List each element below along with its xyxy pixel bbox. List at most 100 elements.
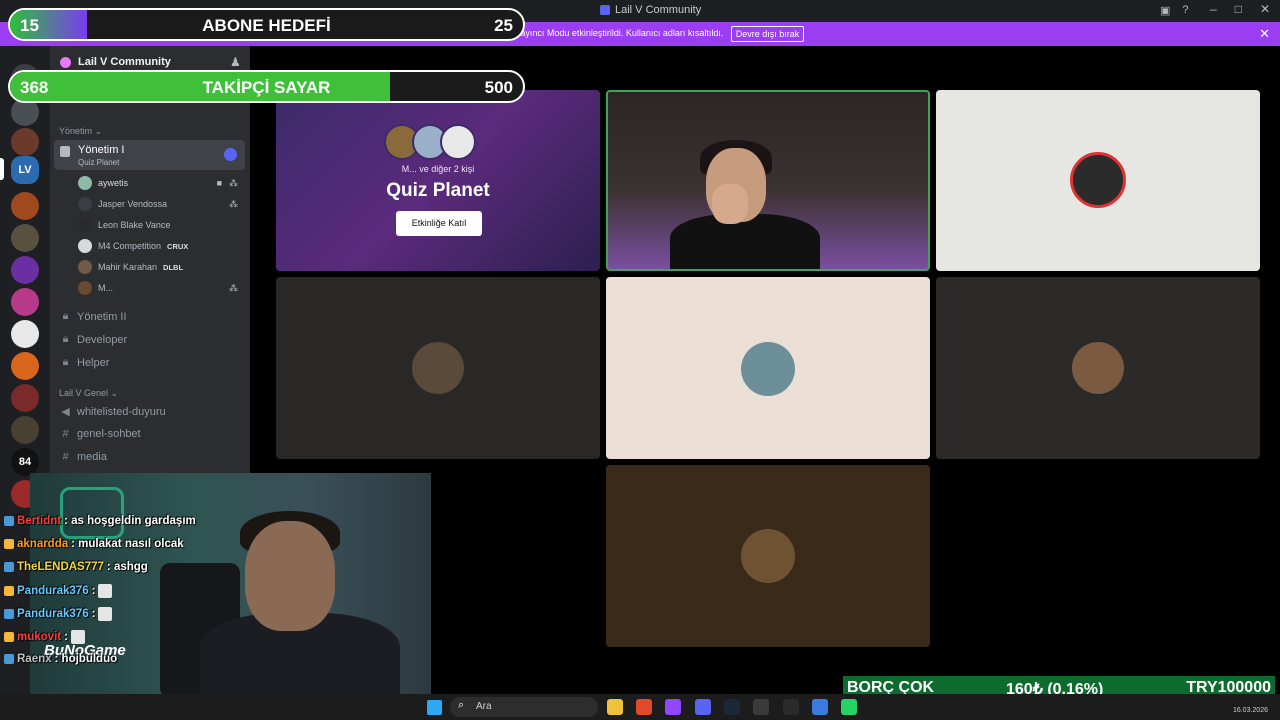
chat-badge-icon xyxy=(4,632,14,642)
member-name: Mahir Karahan xyxy=(98,262,158,272)
banner-message: Yayıncı Modu etkinleştirildi. Kullanıcı … xyxy=(515,28,724,38)
help-icon[interactable]: ? xyxy=(1182,4,1188,17)
inbox-icon[interactable]: ▣ xyxy=(1160,4,1170,17)
lock-icon: 🔒︎ xyxy=(62,356,69,368)
activity-icon xyxy=(224,148,237,161)
voice-member[interactable]: Jasper Vendossa xyxy=(78,195,167,213)
channel-media[interactable]: # media xyxy=(60,451,107,463)
chat-text: : ashgg xyxy=(106,561,148,573)
avatar xyxy=(440,124,476,160)
activity-participants xyxy=(384,124,476,160)
channel-helper[interactable]: 🔒︎ Helper xyxy=(60,356,110,369)
channel-developer[interactable]: 🔒︎ Developer xyxy=(60,333,128,346)
join-activity-button[interactable]: Etkinliğe Katıl xyxy=(396,211,482,236)
voice-member[interactable]: M... xyxy=(78,279,113,297)
maximize-icon[interactable]: □ xyxy=(1235,2,1242,16)
chat-text: : xyxy=(91,608,96,620)
participant-tile[interactable] xyxy=(936,277,1260,459)
windows-start-icon[interactable] xyxy=(427,700,442,715)
avatar xyxy=(78,176,92,190)
avatar xyxy=(412,342,464,394)
participant-tile[interactable] xyxy=(606,465,930,647)
close-icon[interactable]: ✕ xyxy=(1260,2,1270,16)
channel-activity: Quiz Planet xyxy=(78,158,120,167)
server-icon[interactable] xyxy=(11,224,39,252)
category-yonetim[interactable]: Yönetim ⌄ xyxy=(59,126,102,137)
discord-icon[interactable] xyxy=(695,699,711,715)
voice-member[interactable]: Mahir Karahan DLBL xyxy=(78,258,183,276)
grid-icon: ⁂ xyxy=(229,199,238,209)
chat-message: Raenx: hojbulduo xyxy=(4,653,117,665)
category-lail-v-genel[interactable]: Lail V Genel ⌄ xyxy=(59,388,118,399)
window-controls: – □ ✕ xyxy=(1210,2,1270,16)
channel-yonetim-i[interactable]: Yönetim I Quiz Planet xyxy=(54,140,245,170)
clock-date: 16.03.2026 xyxy=(1232,707,1268,714)
member-name: Jasper Vendossa xyxy=(98,199,168,209)
chat-username: Pandurak376 xyxy=(17,585,89,597)
taskbar-search[interactable]: ⌕ Ara xyxy=(450,697,598,717)
invite-people-icon[interactable]: ♟ xyxy=(230,55,241,69)
server-icon[interactable] xyxy=(11,128,39,156)
server-icon[interactable] xyxy=(11,192,39,220)
server-icon[interactable] xyxy=(11,256,39,284)
channel-whitelisted-duyuru[interactable]: ◀ whitelisted-duyuru xyxy=(60,405,166,419)
whatsapp-icon[interactable] xyxy=(841,699,857,715)
channel-name: whitelisted-duyuru xyxy=(77,405,166,418)
participant-tile[interactable] xyxy=(606,277,930,459)
chat-emote-icon xyxy=(98,607,113,621)
participant-tile[interactable] xyxy=(936,90,1260,271)
discord-app-icon xyxy=(600,5,610,15)
streaming-app-icon[interactable] xyxy=(665,699,681,715)
app-icon[interactable] xyxy=(753,699,769,715)
chat-badge-icon xyxy=(4,539,14,549)
search-icon: ⌕ xyxy=(458,699,465,711)
webcam-face xyxy=(245,521,335,631)
server-icon[interactable] xyxy=(11,320,39,348)
clan-tag: CRUX xyxy=(167,241,189,251)
server-boost-icon xyxy=(60,57,71,68)
channel-genel-sohbet[interactable]: # genel-sohbet xyxy=(60,428,141,440)
server-icon[interactable] xyxy=(11,384,39,412)
goal-label: ABONE HEDEFİ xyxy=(202,16,331,35)
quiz-planet-activity-tile[interactable]: M... ve diğer 2 kişi Quiz Planet Etkinli… xyxy=(276,90,600,271)
voice-member[interactable]: Leon Blake Vance xyxy=(78,216,170,234)
search-placeholder: Ara xyxy=(476,701,492,712)
channel-name: Developer xyxy=(77,333,128,346)
brave-browser-icon[interactable] xyxy=(636,699,652,715)
disable-streamer-mode-button[interactable]: Devre dışı bırak xyxy=(731,26,804,42)
active-server-pill xyxy=(0,158,4,180)
participant-tile[interactable] xyxy=(276,277,600,459)
chrome-icon[interactable] xyxy=(812,699,828,715)
chat-username: TheLENDAS777 xyxy=(17,561,104,573)
steam-icon[interactable] xyxy=(724,699,740,715)
chat-text: : hojbulduo xyxy=(54,653,118,665)
chat-badge-icon xyxy=(4,516,14,526)
goal-target: 25 xyxy=(494,16,513,35)
camera-icon: ■ xyxy=(216,178,222,188)
channel-name: Helper xyxy=(77,356,110,369)
server-icon[interactable] xyxy=(11,416,39,444)
voice-member[interactable]: M4 Competition CRUX xyxy=(78,237,188,255)
server-icon[interactable] xyxy=(11,288,39,316)
minimize-icon[interactable]: – xyxy=(1210,2,1217,16)
video-tile-speaking[interactable] xyxy=(606,90,930,271)
file-explorer-icon[interactable] xyxy=(607,699,623,715)
avatar xyxy=(741,342,795,396)
video-feed xyxy=(670,214,820,269)
channel-yonetim-ii[interactable]: 🔒︎ Yönetim II xyxy=(60,310,127,323)
system-clock[interactable]: 16.03.2026 xyxy=(1233,707,1268,714)
avatar xyxy=(78,260,92,274)
hash-icon: # xyxy=(62,428,69,440)
server-84-icon[interactable]: 84 xyxy=(11,448,39,476)
lail-v-server-icon[interactable]: LV xyxy=(11,156,39,184)
server-icon[interactable] xyxy=(11,352,39,380)
obs-icon[interactable] xyxy=(783,699,799,715)
follower-goal-bar: TAKİPÇİ SAYAR 368 500 xyxy=(8,70,525,103)
channel-name: genel-sohbet xyxy=(77,428,141,440)
lock-icon: 🔒︎ xyxy=(62,333,69,345)
avatar xyxy=(741,529,795,583)
banner-close-icon[interactable]: ✕ xyxy=(1259,26,1270,42)
window-title: Lail V Community xyxy=(600,4,701,16)
voice-member[interactable]: aywetis xyxy=(78,174,128,192)
chat-badge-icon xyxy=(4,654,14,664)
